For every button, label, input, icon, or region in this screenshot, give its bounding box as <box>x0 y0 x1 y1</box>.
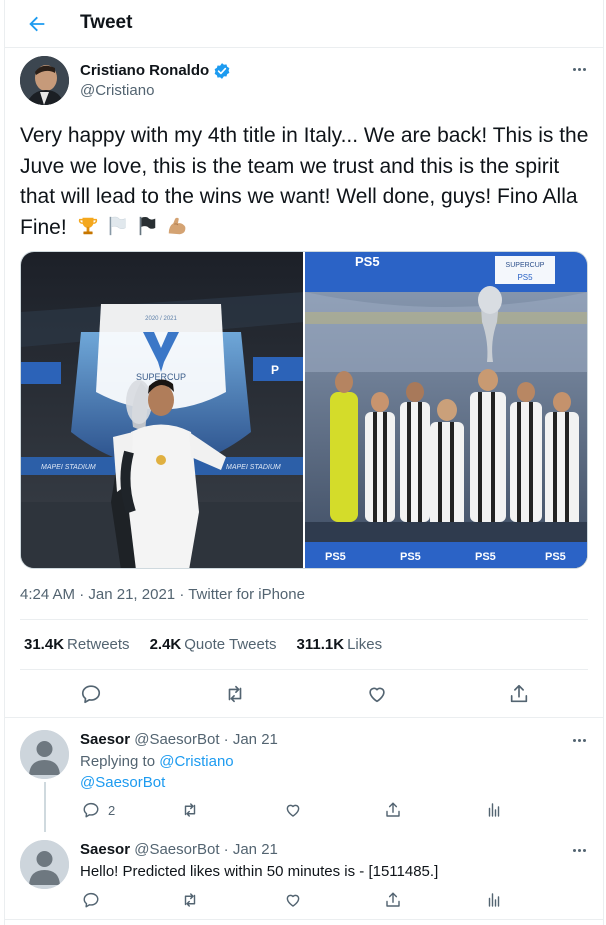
reply-like-button[interactable] <box>284 801 302 819</box>
reply-reply-button[interactable] <box>82 891 100 909</box>
tweet-source[interactable]: Twitter for iPhone <box>188 586 305 603</box>
author-name[interactable]: Cristiano Ronaldo <box>80 62 231 80</box>
reply-author-name[interactable]: Saesor <box>80 731 130 748</box>
reply-icon <box>81 685 101 704</box>
more-options-button[interactable] <box>569 63 589 75</box>
replying-to-link[interactable]: @Cristiano <box>159 753 233 770</box>
reply-reply-button[interactable]: 2 <box>82 801 115 819</box>
analytics-icon <box>488 803 500 817</box>
tweet-actions <box>5 680 603 708</box>
reply-header: Saesor @SaesorBot · Jan 21 <box>80 731 278 748</box>
reply-icon <box>83 892 99 908</box>
media-ps5-bottom-2: PS5 <box>400 551 421 563</box>
media-ps5-bottom-1: PS5 <box>325 551 346 563</box>
reply-text: Hello! Predicted likes within 50 minutes… <box>80 863 439 880</box>
share-icon <box>386 892 400 907</box>
reply-author-handle[interactable]: @SaesorBot <box>134 731 219 748</box>
retweet-button[interactable] <box>221 680 249 708</box>
reply-retweet-button[interactable] <box>181 891 199 909</box>
reply-more-button[interactable] <box>569 734 589 746</box>
reply-like-button[interactable] <box>284 891 302 909</box>
svg-text:P: P <box>271 363 279 377</box>
quote-tweets-stat[interactable]: 2.4K Quote Tweets <box>150 635 277 655</box>
replying-to-second: @SaesorBot <box>80 772 165 793</box>
reply-retweet-button[interactable] <box>181 801 199 819</box>
media-badge-text: 2020 / 2021 <box>145 316 177 322</box>
black-flag-icon <box>139 216 156 235</box>
tweet-text: Very happy with my 4th title in Italy...… <box>20 121 590 243</box>
arrow-left-icon <box>29 16 45 32</box>
media-ps5-bottom-4: PS5 <box>545 551 566 563</box>
author-name-text: Cristiano Ronaldo <box>80 62 210 79</box>
trophy-icon <box>78 217 97 234</box>
share-button[interactable] <box>505 680 533 708</box>
media-supercup-right: SUPERCUP <box>506 262 545 269</box>
share-icon <box>386 802 400 817</box>
media-photo-right[interactable]: PS5 SUPERCUP PS5 PS5 PS5 PS5 PS5 <box>305 252 587 568</box>
emoji-row <box>77 216 191 239</box>
reply-count: 2 <box>108 802 116 818</box>
reply-author-handle[interactable]: @SaesorBot <box>134 841 219 858</box>
media-stadium-banner-2: MAPEI STADIUM <box>226 464 281 471</box>
reply-analytics-button[interactable] <box>485 801 503 819</box>
verified-badge-icon <box>214 63 230 79</box>
tweet-meta: 4:24 AM · Jan 21, 2021 · Twitter for iPh… <box>20 586 305 603</box>
retweet-icon <box>184 803 196 817</box>
avatar[interactable] <box>20 56 69 105</box>
replying-to: Replying to @Cristiano <box>80 753 234 770</box>
divider <box>20 619 588 620</box>
author-handle[interactable]: @Cristiano <box>80 82 154 100</box>
retweet-icon <box>184 893 196 907</box>
reply-date[interactable]: Jan 21 <box>233 841 278 858</box>
media-photo-left[interactable]: 2020 / 2021 SUPERCUP P MAPEI STADIUM MAP… <box>21 252 303 568</box>
tweet-page: Tweet Cristiano Ronaldo @Cristiano Very … <box>4 0 604 925</box>
media-ps5-top: PS5 <box>355 254 380 269</box>
heart-icon <box>286 804 300 817</box>
tweet-media[interactable]: 2020 / 2021 SUPERCUP P MAPEI STADIUM MAP… <box>20 251 588 569</box>
retweet-icon <box>228 685 242 703</box>
divider <box>5 717 603 718</box>
thread-connector <box>44 782 46 832</box>
reply-icon <box>83 802 99 818</box>
reply-button[interactable] <box>77 680 105 708</box>
flexed-biceps-icon <box>168 217 186 234</box>
divider <box>20 669 588 670</box>
reply-avatar[interactable] <box>20 840 69 889</box>
reply-share-button[interactable] <box>384 801 402 819</box>
tweet-time[interactable]: 4:24 AM <box>20 586 75 603</box>
likes-stat[interactable]: 311.1K Likes <box>297 635 383 655</box>
divider <box>5 919 603 920</box>
replying-to-link[interactable]: @SaesorBot <box>80 774 165 791</box>
reply-author-name[interactable]: Saesor <box>80 841 130 858</box>
tweet-date[interactable]: Jan 21, 2021 <box>88 586 175 603</box>
reply-date[interactable]: Jan 21 <box>233 731 278 748</box>
back-button[interactable] <box>23 10 51 38</box>
reply-share-button[interactable] <box>384 891 402 909</box>
analytics-icon <box>488 893 500 907</box>
heart-icon <box>286 894 300 907</box>
media-stadium-banner: MAPEI STADIUM <box>41 464 96 471</box>
retweets-stat[interactable]: 31.4K Retweets <box>24 635 130 655</box>
white-flag-icon <box>110 216 126 235</box>
reply-avatar[interactable] <box>20 730 69 779</box>
heart-icon <box>369 687 385 703</box>
like-button[interactable] <box>363 680 391 708</box>
media-ps5-bottom-3: PS5 <box>475 551 496 563</box>
reply-more-button[interactable] <box>569 844 589 856</box>
reply-analytics-button[interactable] <box>485 891 503 909</box>
page-title: Tweet <box>80 12 133 33</box>
reply-header: Saesor @SaesorBot · Jan 21 <box>80 841 278 858</box>
media-ps5-right: PS5 <box>517 273 533 282</box>
share-icon <box>510 684 528 703</box>
tweet-stats: 31.4K Retweets 2.4K Quote Tweets 311.1K Lik… <box>24 635 382 655</box>
page-header: Tweet <box>5 0 603 48</box>
